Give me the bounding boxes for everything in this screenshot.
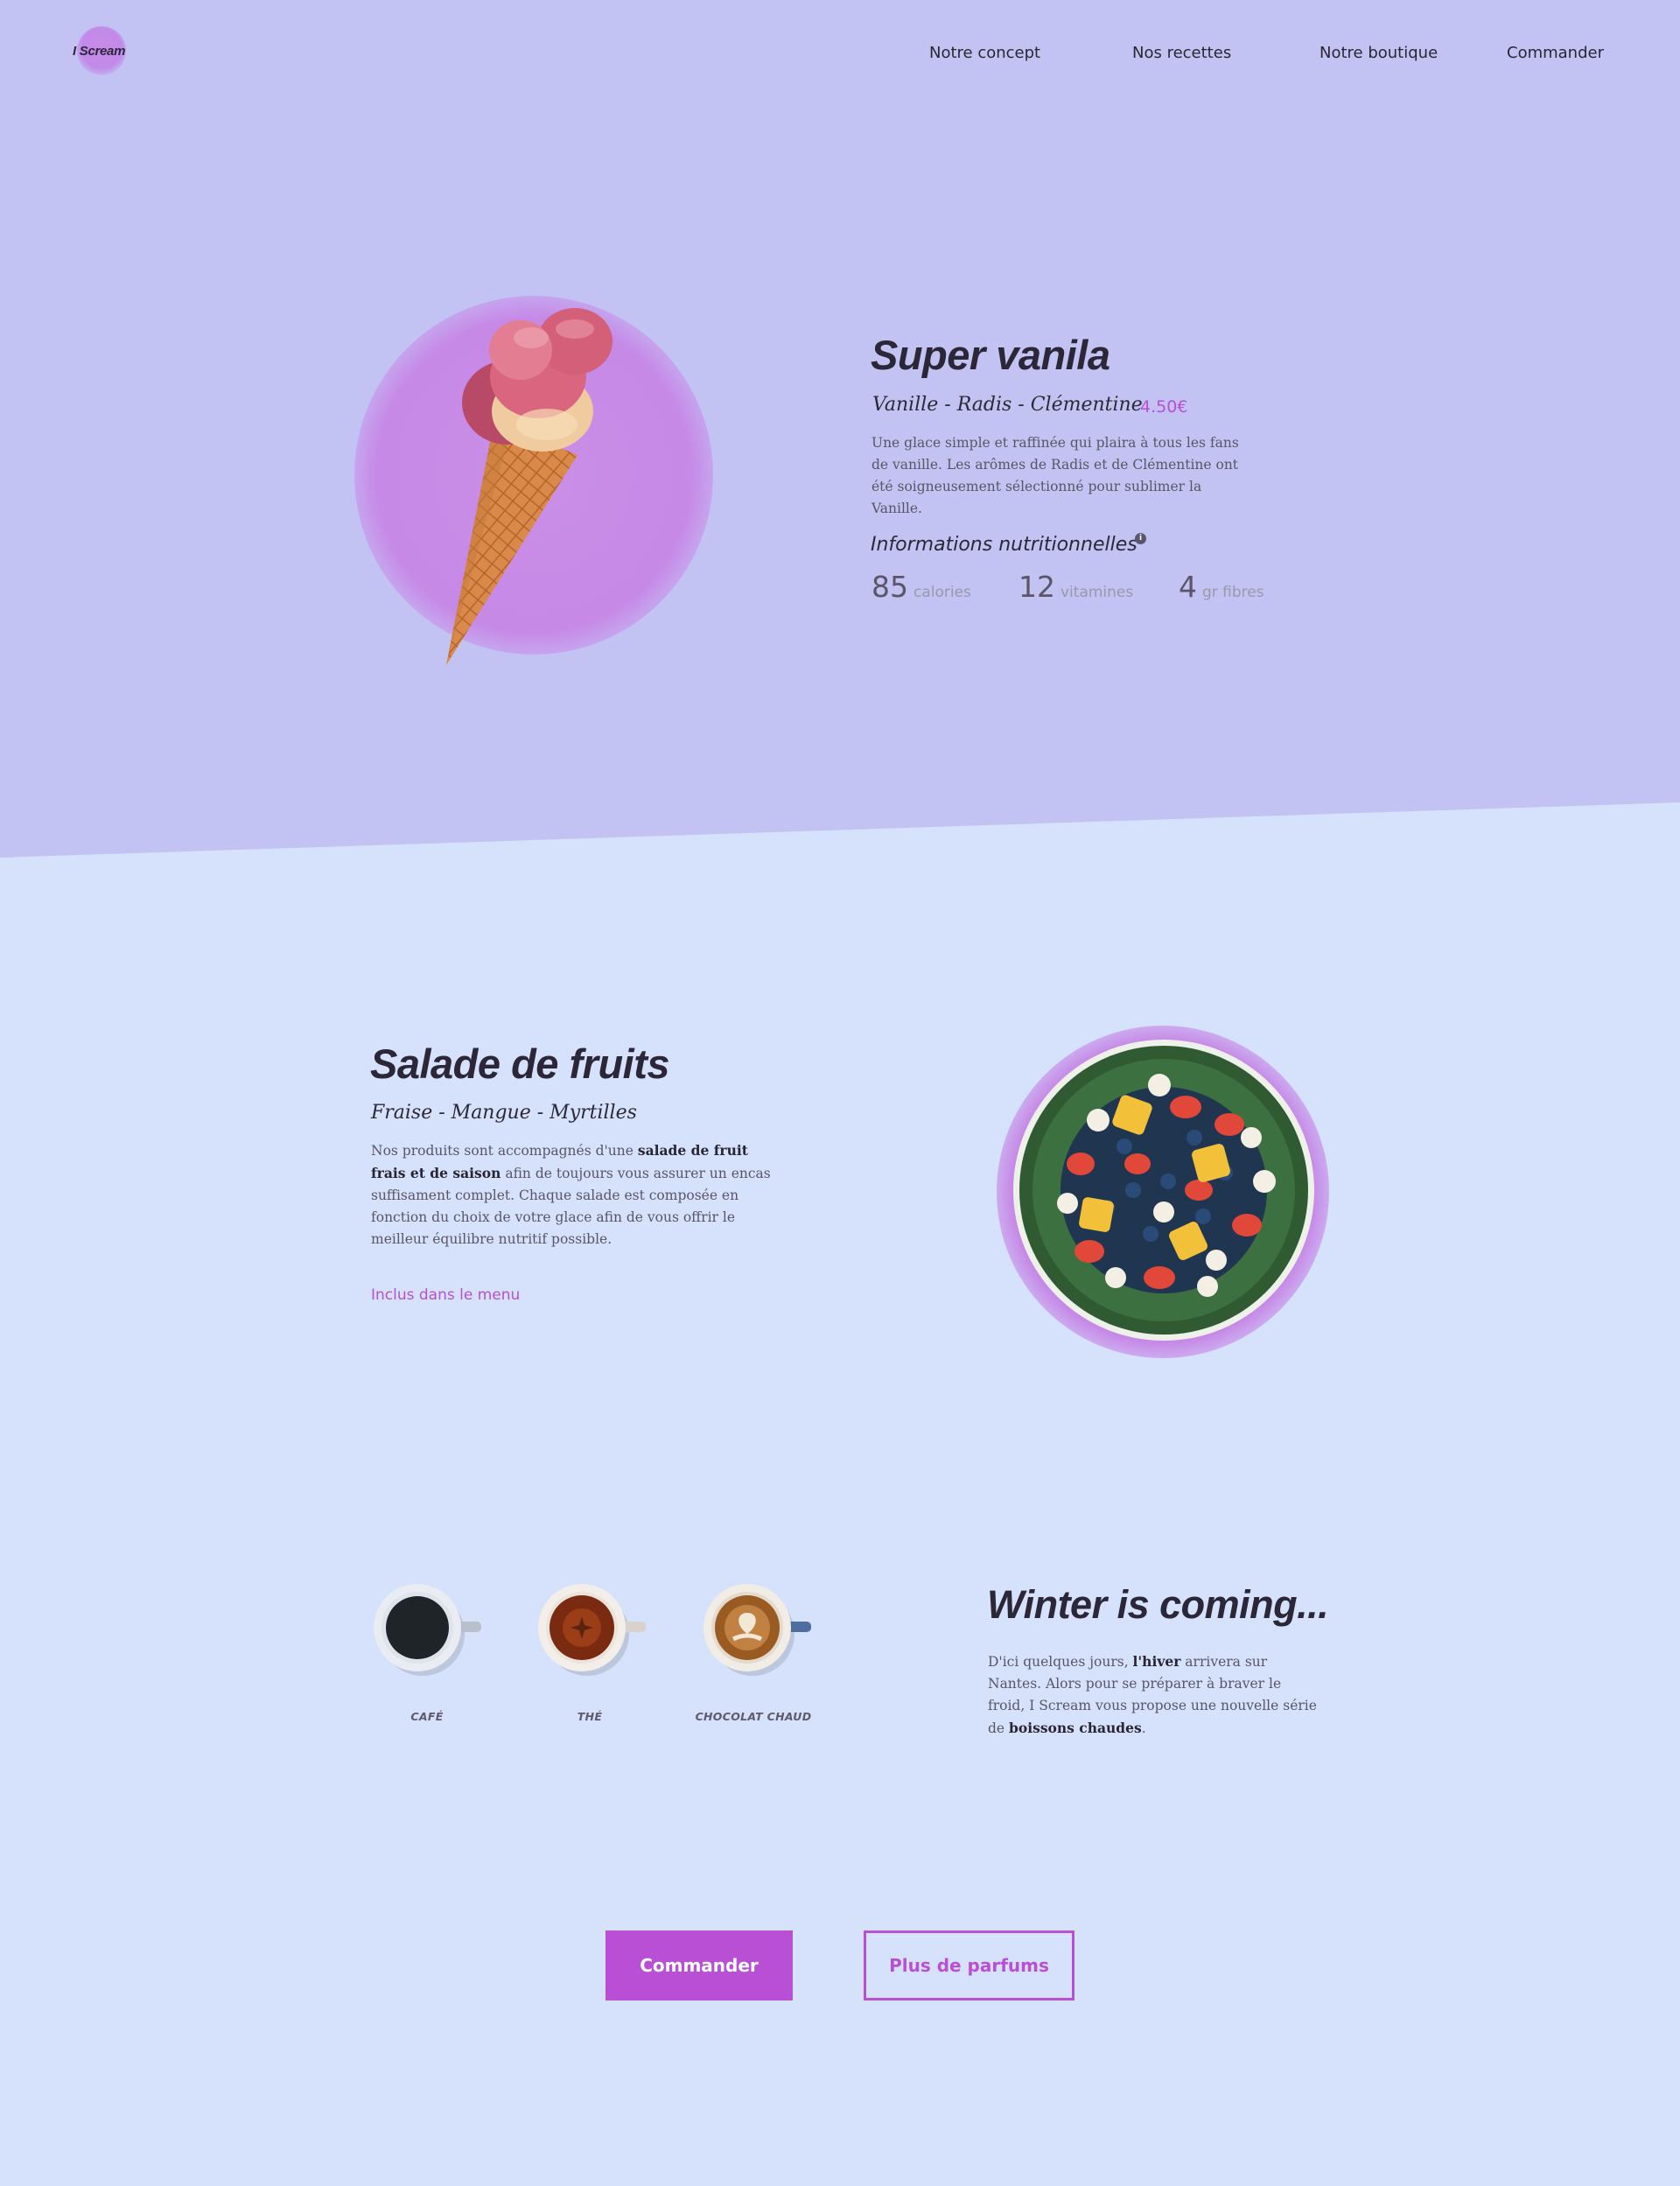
winter-description: D'ici quelques jours, l'hiver arrivera s… (988, 1650, 1320, 1740)
nav-item-recipes[interactable]: Nos recettes (1132, 44, 1231, 62)
tea-cup-icon (538, 1584, 646, 1676)
stat-fiber: 4 gr fibres (1179, 570, 1264, 604)
logo-text: I Scream (73, 44, 126, 59)
hero-background (0, 0, 1680, 858)
nav-item-shop[interactable]: Notre boutique (1320, 44, 1438, 62)
chocolat-cup (702, 1580, 816, 1676)
stat-label: gr fibres (1202, 584, 1264, 601)
order-button[interactable]: Commander (606, 1930, 793, 2000)
hero-description: Une glace simple et raffinée qui plaira … (872, 435, 1239, 516)
stat-label: calories (914, 584, 971, 601)
hero-flavors: Vanille - Radis - Clémentine (872, 394, 1143, 416)
fruit-salad-plate-icon (1013, 1040, 1314, 1341)
salad-description: Nos produits sont accompagnés d'une sala… (371, 1139, 774, 1251)
salad-fruits: Fraise - Mangue - Myrtilles (371, 1102, 637, 1124)
info-icon[interactable]: i (1135, 533, 1146, 544)
nutrition-title: Informations nutritionnelles (871, 534, 1138, 556)
hot-chocolate-cup-icon (704, 1584, 811, 1676)
cafe-cup (372, 1580, 486, 1676)
the-cup (536, 1580, 650, 1676)
hero-price: 4.50€ (1140, 397, 1188, 417)
stat-value: 85 (872, 570, 908, 604)
ice-cream-cone-icon (446, 308, 612, 665)
stat-value: 12 (1018, 570, 1055, 604)
more-flavors-button[interactable]: Plus de parfums (864, 1930, 1074, 2000)
stat-value: 4 (1179, 570, 1197, 604)
winter-text-bold: boissons chaudes (1009, 1720, 1142, 1736)
winter-title: Winter is coming... (987, 1582, 1329, 1627)
stat-calories: 85 calories (872, 570, 971, 604)
drink-label-the: THÉ (577, 1710, 603, 1723)
logo[interactable]: I Scream (73, 24, 195, 81)
stat-vitamins: 12 vitamines (1018, 570, 1133, 604)
menu-link[interactable]: Inclus dans le menu (371, 1286, 520, 1304)
drink-label-chocolat: CHOCOLAT CHAUD (695, 1710, 812, 1723)
nav-item-concept[interactable]: Notre concept (929, 44, 1040, 62)
salad-desc-part: Nos produits sont accompagnés d'une (371, 1143, 638, 1159)
winter-text-bold: l'hiver (1132, 1653, 1181, 1670)
coffee-cup-icon (374, 1584, 481, 1676)
nav-item-order[interactable]: Commander (1507, 44, 1604, 62)
ice-cream-image (346, 280, 739, 665)
salad-image (984, 1015, 1352, 1365)
stat-label: vitamines (1060, 584, 1134, 601)
winter-text-part: D'ici quelques jours, (988, 1654, 1133, 1670)
hero-title: Super vanila (871, 332, 1110, 378)
winter-text-part: . (1141, 1720, 1146, 1736)
salad-title: Salade de fruits (370, 1040, 670, 1087)
drink-label-cafe: CAFÉ (410, 1710, 444, 1723)
